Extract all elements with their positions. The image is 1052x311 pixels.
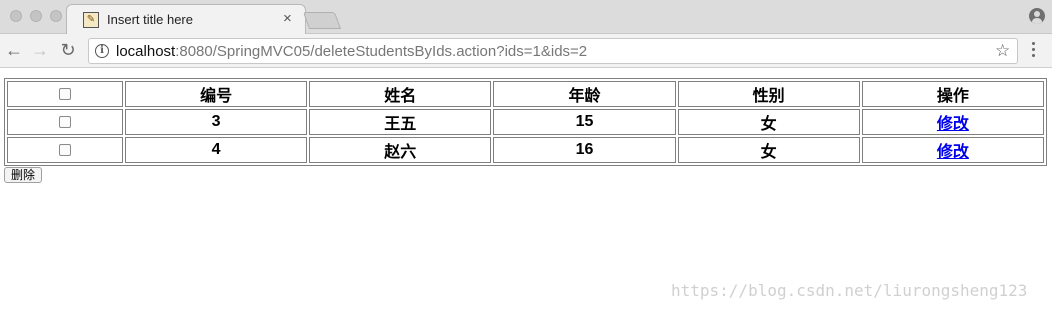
forward-icon[interactable]: → — [30, 40, 50, 60]
header-action: 操作 — [861, 81, 1044, 107]
reload-icon[interactable]: ↻ — [58, 40, 78, 60]
header-select-cell — [7, 81, 123, 107]
header-id: 编号 — [125, 81, 308, 107]
row-checkbox[interactable] — [59, 115, 71, 128]
header-gender: 性别 — [677, 81, 860, 107]
page-content: 编号 姓名 年龄 性别 操作 3 王五 15 女 修改 4 赵六 16 女 修改… — [0, 69, 1052, 311]
cell-name: 赵六 — [309, 137, 492, 163]
new-tab-button[interactable] — [302, 12, 342, 29]
browser-title-bar: ✎ Insert title here × — [0, 0, 1052, 35]
select-all-checkbox[interactable] — [59, 87, 71, 100]
page-favicon-icon: ✎ — [83, 12, 99, 28]
table-row: 4 赵六 16 女 修改 — [7, 137, 1044, 163]
header-age: 年龄 — [493, 81, 676, 107]
row-select-cell — [7, 137, 123, 163]
students-table: 编号 姓名 年龄 性别 操作 3 王五 15 女 修改 4 赵六 16 女 修改 — [4, 78, 1047, 166]
edit-link[interactable]: 修改 — [937, 144, 969, 161]
cell-name: 王五 — [309, 109, 492, 135]
url-text[interactable]: localhost:8080/SpringMVC05/deleteStudent… — [116, 43, 587, 60]
cell-gender: 女 — [677, 109, 860, 135]
row-checkbox[interactable] — [59, 143, 71, 156]
bookmark-star-icon[interactable]: ☆ — [995, 41, 1010, 61]
more-menu-icon[interactable] — [1032, 42, 1036, 60]
url-host: localhost — [116, 43, 176, 60]
cell-gender: 女 — [677, 137, 860, 163]
table-header-row: 编号 姓名 年龄 性别 操作 — [7, 81, 1044, 107]
tab-close-icon[interactable]: × — [283, 10, 292, 28]
watermark-text: https://blog.csdn.net/liurongsheng123 — [671, 281, 1028, 300]
row-select-cell — [7, 109, 123, 135]
profile-icon[interactable] — [1029, 8, 1045, 24]
edit-link[interactable]: 修改 — [937, 116, 969, 133]
cell-age: 16 — [493, 137, 676, 163]
window-close-dot[interactable] — [10, 10, 22, 22]
cell-action: 修改 — [861, 137, 1044, 163]
tab-title: Insert title here — [107, 12, 193, 27]
table-row: 3 王五 15 女 修改 — [7, 109, 1044, 135]
window-minimize-dot[interactable] — [30, 10, 42, 22]
url-path: :8080/SpringMVC05/deleteStudentsByIds.ac… — [175, 43, 588, 60]
browser-tab[interactable]: ✎ Insert title here × — [66, 4, 306, 35]
cell-action: 修改 — [861, 109, 1044, 135]
site-info-icon[interactable]: i — [95, 44, 109, 58]
delete-button[interactable]: 删除 — [4, 167, 43, 183]
browser-toolbar: ← → ↻ i localhost:8080/SpringMVC05/delet… — [0, 34, 1052, 68]
cell-age: 15 — [493, 109, 676, 135]
cell-id: 3 — [125, 109, 308, 135]
back-icon[interactable]: ← — [4, 40, 24, 60]
cell-id: 4 — [125, 137, 308, 163]
window-maximize-dot[interactable] — [50, 10, 62, 22]
address-bar[interactable]: i localhost:8080/SpringMVC05/deleteStude… — [88, 38, 1018, 64]
header-name: 姓名 — [309, 81, 492, 107]
